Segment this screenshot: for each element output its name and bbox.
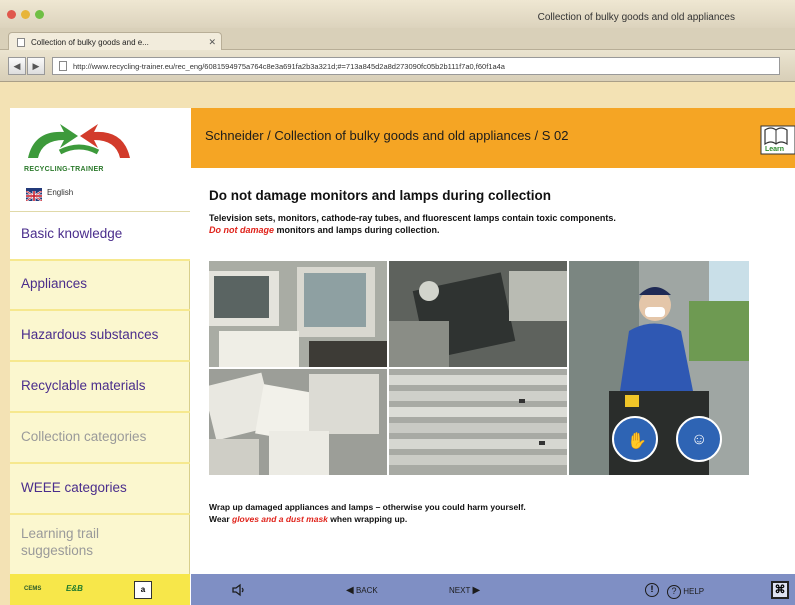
url-text: http://www.recycling-trainer.eu/rec_eng/… <box>73 62 505 71</box>
safety-note-prefix: Wear <box>209 514 232 524</box>
menu-item-recyclable-materials[interactable]: Recyclable materials <box>10 364 190 413</box>
page: RECYCLING-TRAINER English Basic knowledg… <box>10 108 795 605</box>
breadcrumb: Schneider / Collection of bulky goods an… <box>205 128 569 143</box>
dust-mask-required-icon: ☺ <box>691 431 708 448</box>
photo-broken-monitor <box>389 261 567 367</box>
tab-label: Collection of bulky goods and e... <box>31 38 149 47</box>
safety-note: Wrap up damaged appliances and lamps – o… <box>209 501 789 525</box>
safety-note-red: gloves and a dust mask <box>232 514 328 524</box>
logo-area: RECYCLING-TRAINER English <box>10 108 190 212</box>
book-icon-label: Learn <box>765 146 785 153</box>
address-bar[interactable]: http://www.recycling-trainer.eu/rec_eng/… <box>52 57 780 75</box>
tab-bar: Collection of bulky goods and e... ✕ + <box>0 28 795 72</box>
info-icon[interactable]: ! <box>645 583 659 597</box>
menu-item-hazardous-substances[interactable]: Hazardous substances <box>10 313 190 362</box>
partner-logo-2: E&B <box>66 584 83 593</box>
logo-text: RECYCLING-TRAINER <box>24 166 104 173</box>
recycling-trainer-logo[interactable] <box>24 120 134 164</box>
help-icon: ? <box>667 585 681 599</box>
forward-arrow-icon[interactable]: ▶ <box>27 57 45 75</box>
page-icon <box>17 38 25 47</box>
close-icon[interactable]: ⌘ <box>771 581 789 599</box>
intro-line-2-rest: monitors and lamps during collection. <box>274 225 440 235</box>
back-button[interactable]: ◀ BACK <box>346 585 378 596</box>
bottom-toolbar: ◀ BACK NEXT ▶ ! ? HELP ⌘ <box>191 574 795 605</box>
navigation-bar: ◀ ▶ http://www.recycling-trainer.eu/rec_… <box>0 50 795 82</box>
photo-fluorescent-tubes <box>389 369 567 475</box>
window-backdrop <box>0 83 795 108</box>
photo-monitors <box>209 261 387 367</box>
page-icon <box>59 61 67 71</box>
page-title: Do not damage monitors and lamps during … <box>209 188 552 203</box>
menu-item-weee-categories[interactable]: WEEE categories <box>10 466 190 515</box>
photo-collage: ✋ ☺ <box>209 261 749 475</box>
back-arrow-icon[interactable]: ◀ <box>8 57 26 75</box>
back-arrow-icon: ◀ <box>346 585 354 596</box>
safety-note-line-2: Wear gloves and a dust mask when wrappin… <box>209 513 789 525</box>
intro-line-2: Do not damage monitors and lamps during … <box>209 224 789 236</box>
next-arrow-icon: ▶ <box>472 585 481 596</box>
sidebar-footer: CEMS E&B a <box>10 574 190 605</box>
title-bar: Collection of bulky goods and old applia… <box>0 0 795 28</box>
window-title: Collection of bulky goods and old applia… <box>537 12 735 23</box>
speaker-icon[interactable] <box>231 583 245 597</box>
partner-logo-1: CEMS <box>24 586 42 592</box>
help-button[interactable]: ? HELP <box>667 585 704 599</box>
safety-note-suffix: when wrapping up. <box>327 514 408 524</box>
sidebar: RECYCLING-TRAINER English Basic knowledg… <box>10 108 190 605</box>
intro-warning: Do not damage <box>209 225 275 235</box>
photo-worker: ✋ ☺ <box>569 261 749 475</box>
main-content: Do not damage monitors and lamps during … <box>191 168 795 574</box>
intro-line-1: Television sets, monitors, cathode-ray t… <box>209 213 616 223</box>
gloves-required-icon: ✋ <box>627 433 647 450</box>
menu-item-appliances[interactable]: Appliances <box>10 262 190 311</box>
browser-window: Collection of bulky goods and old applia… <box>0 0 795 605</box>
intro-text: Television sets, monitors, cathode-ray t… <box>209 212 789 236</box>
menu-item-collection-categories: Collection categories <box>10 415 190 464</box>
browser-tab[interactable]: Collection of bulky goods and e... ✕ <box>8 32 222 51</box>
language-label[interactable]: English <box>47 188 73 197</box>
menu-item-basic-knowledge[interactable]: Basic knowledge <box>10 212 190 261</box>
partner-logo-3: a <box>134 581 152 599</box>
tab-close-icon[interactable]: ✕ <box>208 37 216 48</box>
uk-flag-icon[interactable] <box>25 188 43 202</box>
photo-monitor-pile <box>209 369 387 475</box>
book-icon[interactable]: Learn <box>757 122 795 156</box>
next-button[interactable]: NEXT ▶ <box>449 585 480 596</box>
page-header: Schneider / Collection of bulky goods an… <box>191 108 795 168</box>
safety-note-line-1: Wrap up damaged appliances and lamps – o… <box>209 502 526 512</box>
menu-item-learning-trail: Learning trail suggestions <box>21 526 100 558</box>
